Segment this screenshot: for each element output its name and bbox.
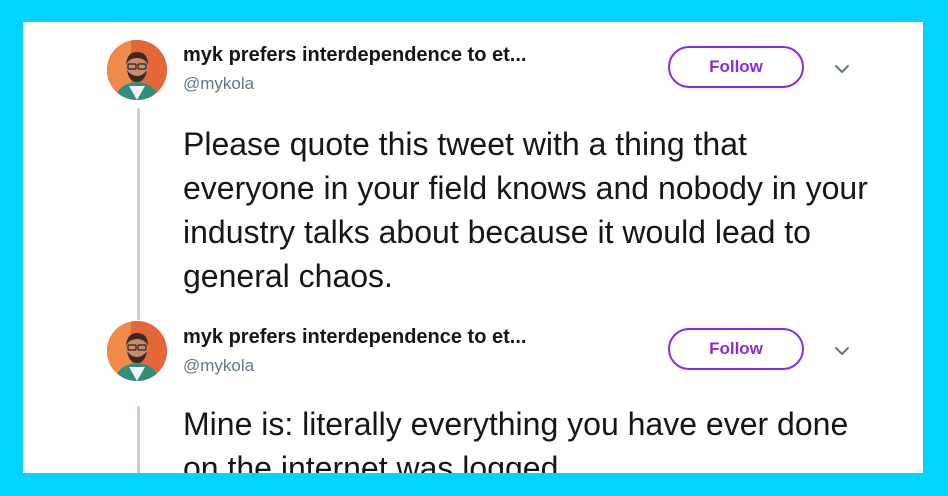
avatar-image bbox=[107, 321, 167, 381]
tweet-text: Mine is: literally everything you have e… bbox=[183, 406, 849, 473]
avatar[interactable] bbox=[107, 321, 167, 381]
avatar-image bbox=[107, 40, 167, 100]
tweet-text: Please quote this tweet with a thing tha… bbox=[183, 126, 868, 294]
follow-button[interactable]: Follow bbox=[668, 328, 804, 370]
user-handle[interactable]: @mykola bbox=[183, 356, 254, 376]
thread-connector-line bbox=[137, 406, 140, 473]
chevron-down-icon[interactable] bbox=[833, 342, 851, 360]
tweet-thread-card: myk prefers interdependence to et... @my… bbox=[23, 22, 923, 473]
display-name[interactable]: myk prefers interdependence to et... bbox=[183, 326, 526, 349]
follow-button[interactable]: Follow bbox=[668, 46, 804, 88]
chevron-down-icon[interactable] bbox=[833, 60, 851, 78]
avatar[interactable] bbox=[107, 40, 167, 100]
display-name[interactable]: myk prefers interdependence to et... bbox=[183, 44, 526, 67]
user-handle[interactable]: @mykola bbox=[183, 74, 254, 94]
thread-connector-line bbox=[137, 108, 140, 320]
